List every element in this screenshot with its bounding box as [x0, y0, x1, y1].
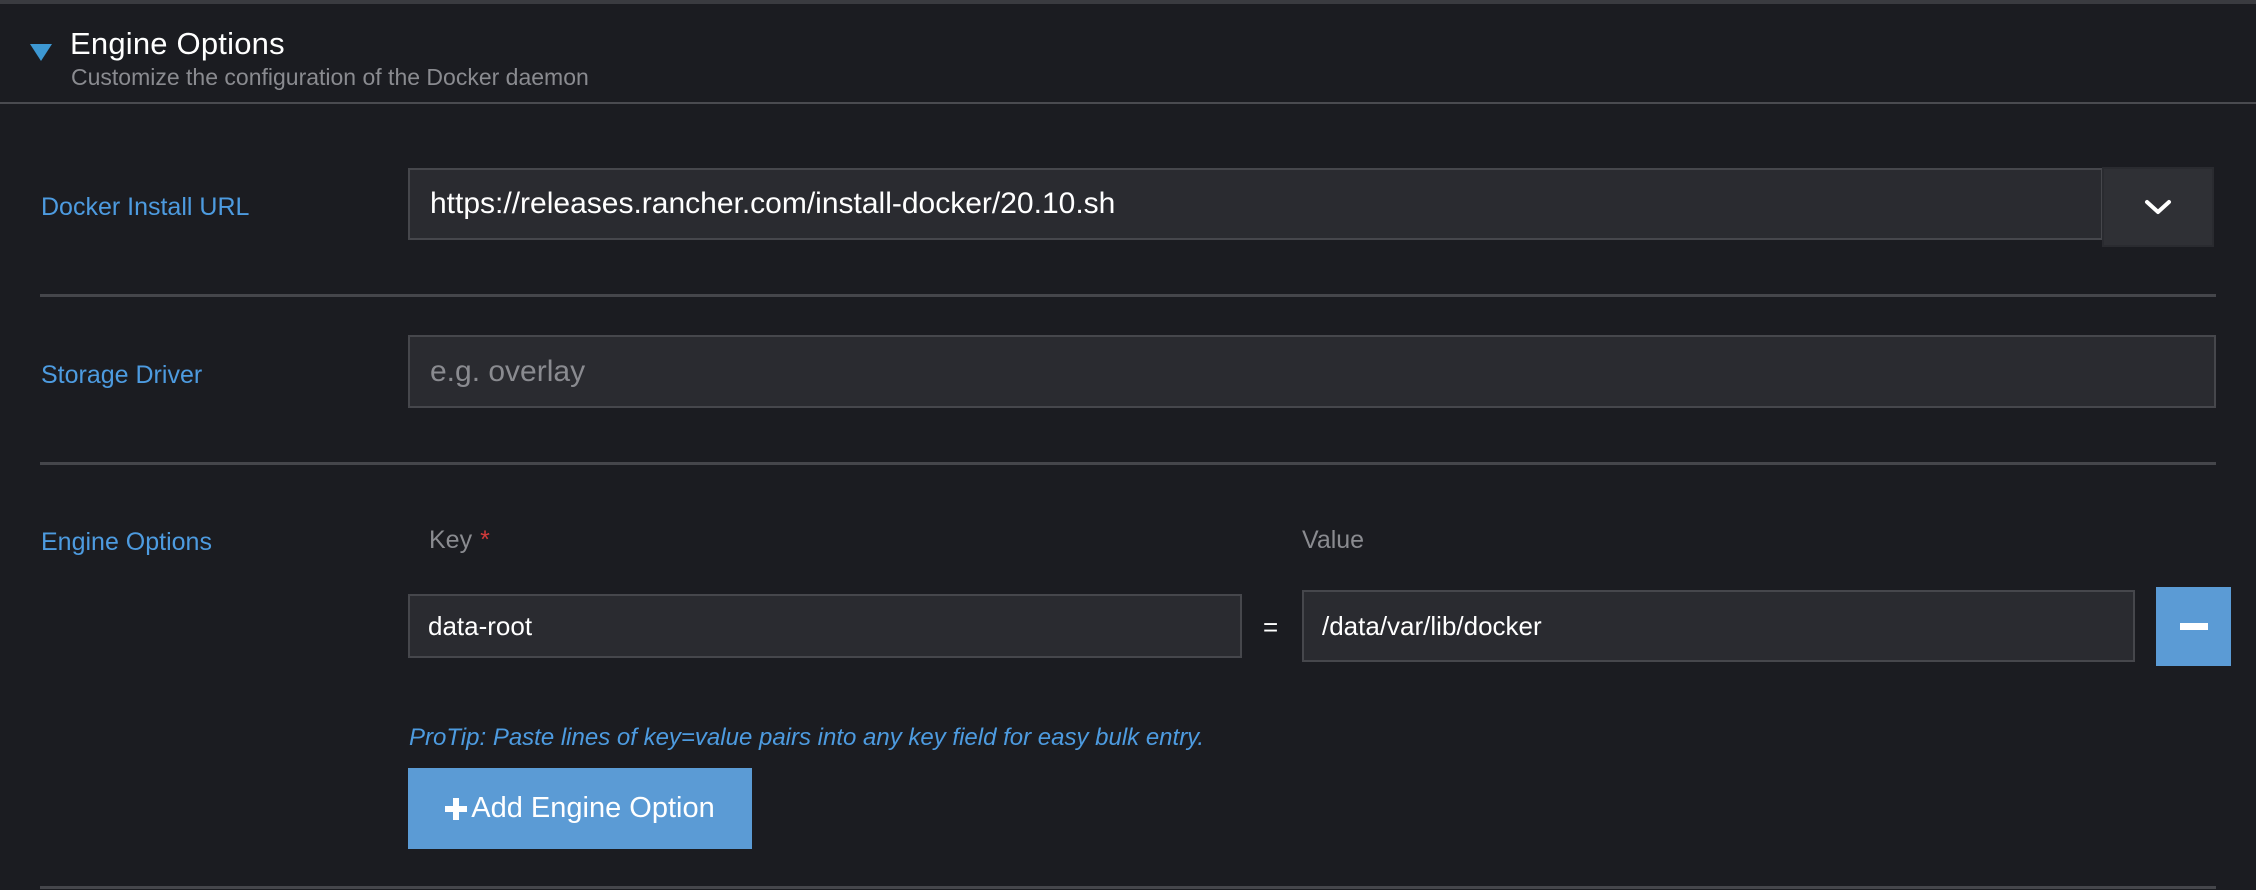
- caret-down-icon[interactable]: [30, 44, 52, 61]
- protip-text: ProTip: Paste lines of key=value pairs i…: [409, 724, 1205, 751]
- docker-install-url-dropdown-button[interactable]: [2102, 167, 2214, 247]
- engine-options-label: Engine Options: [41, 528, 212, 556]
- minus-icon: [2179, 623, 2208, 630]
- divider: [40, 294, 2216, 297]
- remove-engine-option-button[interactable]: [2156, 587, 2231, 666]
- required-marker: *: [480, 526, 490, 554]
- plus-icon: [445, 797, 468, 820]
- equals-sign: =: [1263, 612, 1279, 642]
- engine-option-key-input[interactable]: [408, 594, 1242, 658]
- chevron-down-icon: [2145, 200, 2171, 214]
- engine-options-panel: Engine Options Customize the configurati…: [0, 0, 2256, 890]
- add-engine-option-label: Add Engine Option: [471, 792, 715, 824]
- storage-driver-input[interactable]: [408, 335, 2216, 408]
- value-column-header: Value: [1302, 526, 1365, 554]
- section-subtitle: Customize the configuration of the Docke…: [71, 64, 589, 90]
- add-engine-option-button[interactable]: Add Engine Option: [408, 768, 752, 849]
- storage-driver-label: Storage Driver: [41, 361, 203, 389]
- docker-install-url-label: Docker Install URL: [41, 193, 250, 221]
- key-column-header: Key *: [429, 526, 490, 555]
- divider: [40, 886, 2216, 889]
- section-header[interactable]: Engine Options Customize the configurati…: [0, 4, 2256, 104]
- divider: [40, 462, 2216, 465]
- docker-install-url-input[interactable]: [408, 168, 2103, 240]
- engine-option-value-input[interactable]: [1302, 590, 2135, 662]
- key-header-text: Key: [429, 526, 473, 554]
- section-title: Engine Options: [70, 26, 285, 61]
